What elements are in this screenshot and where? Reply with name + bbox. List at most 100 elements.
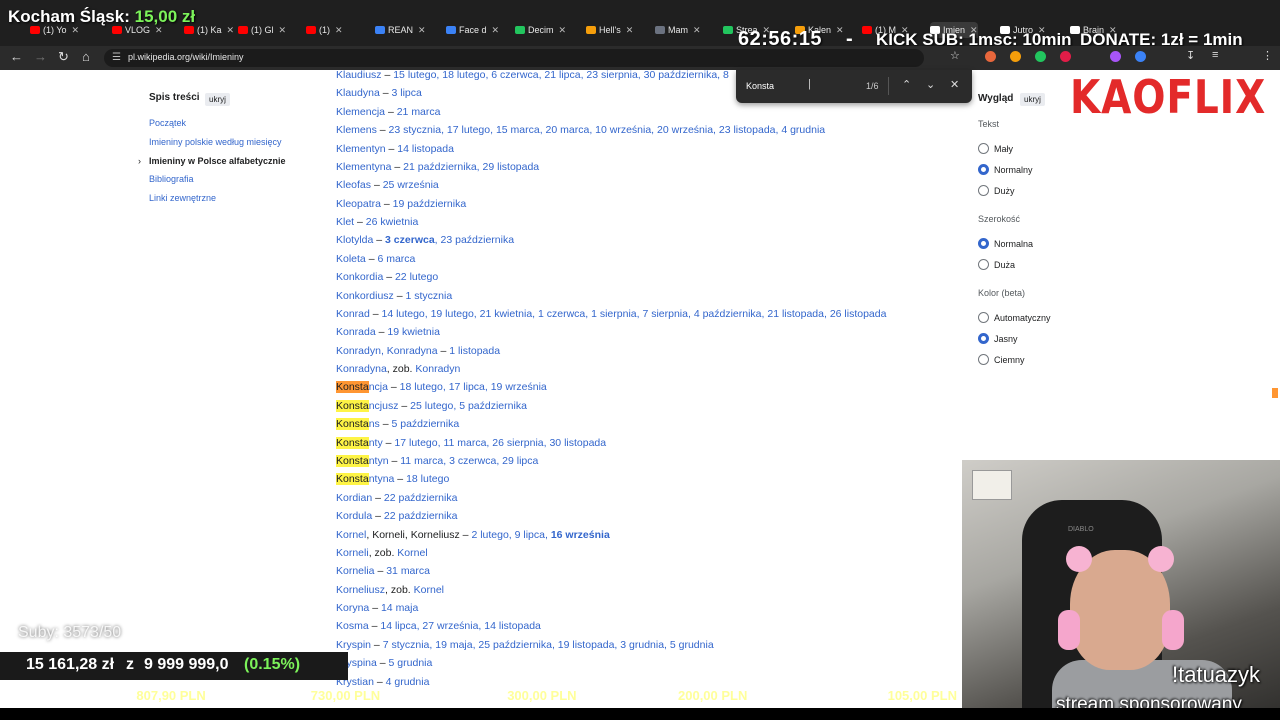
reload-button[interactable]: ↻ — [58, 49, 69, 65]
find-previous-icon[interactable]: ⌃ — [902, 78, 911, 91]
date-links[interactable]: 3 lipca — [391, 87, 421, 99]
name-link[interactable]: Kordian — [336, 492, 372, 504]
radio-option[interactable]: Duża — [978, 259, 1015, 270]
home-button[interactable]: ⌂ — [82, 49, 90, 64]
radio-button[interactable] — [978, 312, 989, 323]
date-links[interactable]: 4 grudnia — [386, 676, 430, 688]
name-link[interactable]: Klementyn — [336, 143, 386, 155]
tab-close-icon[interactable]: ✕ — [626, 25, 634, 36]
name-link[interactable]: Klaudyna — [336, 87, 380, 99]
extension-icon[interactable] — [1035, 51, 1046, 62]
name-link[interactable]: ncjusz — [369, 400, 399, 412]
date-links[interactable]: 15 lutego, 18 lutego, 6 czerwca, 21 lipc… — [393, 69, 729, 81]
date-link[interactable]: 3 czerwca — [385, 234, 435, 246]
chevron-right-icon[interactable]: › — [138, 156, 141, 166]
name-link[interactable]: Konradyna — [336, 363, 387, 375]
site-info-icon[interactable]: ☰ — [112, 52, 121, 63]
radio-button[interactable] — [978, 259, 989, 270]
date-links[interactable]: 1 listopada — [449, 345, 500, 357]
date-links[interactable]: 2 lutego, 9 lipca, — [471, 529, 550, 541]
date-links[interactable]: , 23 października — [435, 234, 514, 246]
date-links[interactable]: 18 lutego — [406, 473, 449, 485]
radio-option[interactable]: Normalny — [978, 164, 1033, 175]
tab-close-icon[interactable]: ✕ — [559, 25, 567, 36]
browser-tab[interactable]: REAN ✕ — [375, 22, 426, 38]
tab-close-icon[interactable]: ✕ — [418, 25, 426, 36]
name-link[interactable]: Kleopatra — [336, 198, 381, 210]
radio-button[interactable] — [978, 164, 989, 175]
name-link[interactable]: Kordula — [336, 510, 372, 522]
date-links[interactable]: 25 września — [383, 179, 439, 191]
date-links[interactable]: 5 października — [391, 418, 459, 430]
extension-icon[interactable] — [985, 51, 996, 62]
name-link[interactable]: Kosma — [336, 620, 369, 632]
date-links[interactable]: 26 kwietnia — [366, 216, 419, 228]
name-link[interactable]: Kryspin — [336, 639, 371, 651]
date-links[interactable]: 22 lutego — [395, 271, 438, 283]
browser-tab[interactable]: (1) ✕ — [306, 22, 343, 38]
name-link[interactable]: Kornelia — [336, 565, 375, 577]
name-link[interactable]: Korneliusz — [336, 584, 385, 596]
date-links[interactable]: 7 stycznia, 19 maja, 25 października, 19… — [383, 639, 714, 651]
tab-close-icon[interactable]: ✕ — [836, 25, 844, 36]
date-links[interactable]: 22 października — [384, 510, 458, 522]
radio-button[interactable] — [978, 333, 989, 344]
search-highlight[interactable]: Konsta — [336, 473, 369, 486]
tab-close-icon[interactable]: ✕ — [279, 25, 287, 36]
tab-close-icon[interactable]: ✕ — [227, 25, 235, 36]
toc-item[interactable]: Imieniny polskie według miesięcy — [149, 137, 282, 147]
date-links[interactable]: 14 listopada — [397, 143, 454, 155]
search-highlight[interactable]: Konsta — [336, 436, 369, 449]
name-link[interactable]: Klotylda — [336, 234, 373, 246]
radio-option[interactable]: Mały — [978, 143, 1013, 154]
date-links[interactable]: 23 stycznia, 17 lutego, 15 marca, 20 mar… — [389, 124, 826, 136]
name-link[interactable]: Konradyn, Konradyna — [336, 345, 438, 357]
date-links[interactable]: 19 kwietnia — [387, 326, 440, 338]
name-link[interactable]: Kornel — [336, 529, 366, 541]
name-link[interactable]: ntyna — [369, 473, 395, 485]
bookmark-star-icon[interactable]: ☆ — [950, 49, 960, 62]
name-link[interactable]: Koryna — [336, 602, 369, 614]
date-links[interactable]: 31 marca — [386, 565, 430, 577]
date-links[interactable]: 11 marca, 3 czerwca, 29 lipca — [400, 455, 538, 467]
date-links[interactable]: 17 lutego, 11 marca, 26 sierpnia, 30 lis… — [394, 437, 606, 449]
radio-button[interactable] — [978, 238, 989, 249]
search-highlight[interactable]: Konsta — [336, 454, 369, 467]
date-links[interactable]: 1 stycznia — [405, 290, 452, 302]
browser-tab[interactable]: Decim ✕ — [515, 22, 566, 38]
name-link[interactable]: Koleta — [336, 253, 366, 265]
date-links[interactable]: 6 marca — [377, 253, 415, 265]
browser-tab[interactable]: (1) Gl ✕ — [238, 22, 286, 38]
name-link[interactable]: ntyn — [369, 455, 389, 467]
browser-tab[interactable]: Hell's ✕ — [586, 22, 633, 38]
name-link[interactable]: ns — [369, 418, 380, 430]
name-link[interactable]: Konkordiusz — [336, 290, 394, 302]
name-link[interactable]: Korneli — [336, 547, 369, 559]
radio-button[interactable] — [978, 143, 989, 154]
browser-tab[interactable]: Face d ✕ — [446, 22, 499, 38]
date-links[interactable]: 21 października, 29 listopada — [403, 161, 539, 173]
toc-hide-button[interactable]: ukryj — [205, 93, 230, 106]
tab-close-icon[interactable]: ✕ — [335, 25, 343, 36]
name-link[interactable]: nty — [369, 437, 383, 449]
tab-close-icon[interactable]: ✕ — [693, 25, 701, 36]
name-link[interactable]: Konrada — [336, 326, 376, 338]
toc-item[interactable]: Linki zewnętrzne — [149, 193, 216, 203]
search-highlight[interactable]: Konsta — [336, 381, 369, 394]
find-close-icon[interactable]: ✕ — [950, 78, 959, 91]
radio-option[interactable]: Jasny — [978, 333, 1018, 344]
name-link[interactable]: Klementyna — [336, 161, 391, 173]
name-link[interactable]: Konkordia — [336, 271, 383, 283]
menu-icon[interactable]: ⋮ — [1262, 49, 1273, 62]
name-link[interactable]: ncja — [369, 381, 388, 393]
name-link[interactable]: Kleofas — [336, 179, 371, 191]
date-links[interactable]: 21 marca — [397, 106, 441, 118]
toc-item[interactable]: Początek — [149, 118, 186, 128]
date-links[interactable]: 14 lutego, 19 lutego, 21 kwietnia, 1 cze… — [382, 308, 887, 320]
toc-item[interactable]: Bibliografia — [149, 174, 194, 184]
name-link[interactable]: Klet — [336, 216, 354, 228]
address-bar[interactable]: ☰ pl.wikipedia.org/wiki/Imieniny — [104, 49, 924, 67]
extension-icon[interactable] — [1060, 51, 1071, 62]
radio-option[interactable]: Automatyczny — [978, 312, 1051, 323]
extension-icon[interactable] — [1110, 51, 1121, 62]
